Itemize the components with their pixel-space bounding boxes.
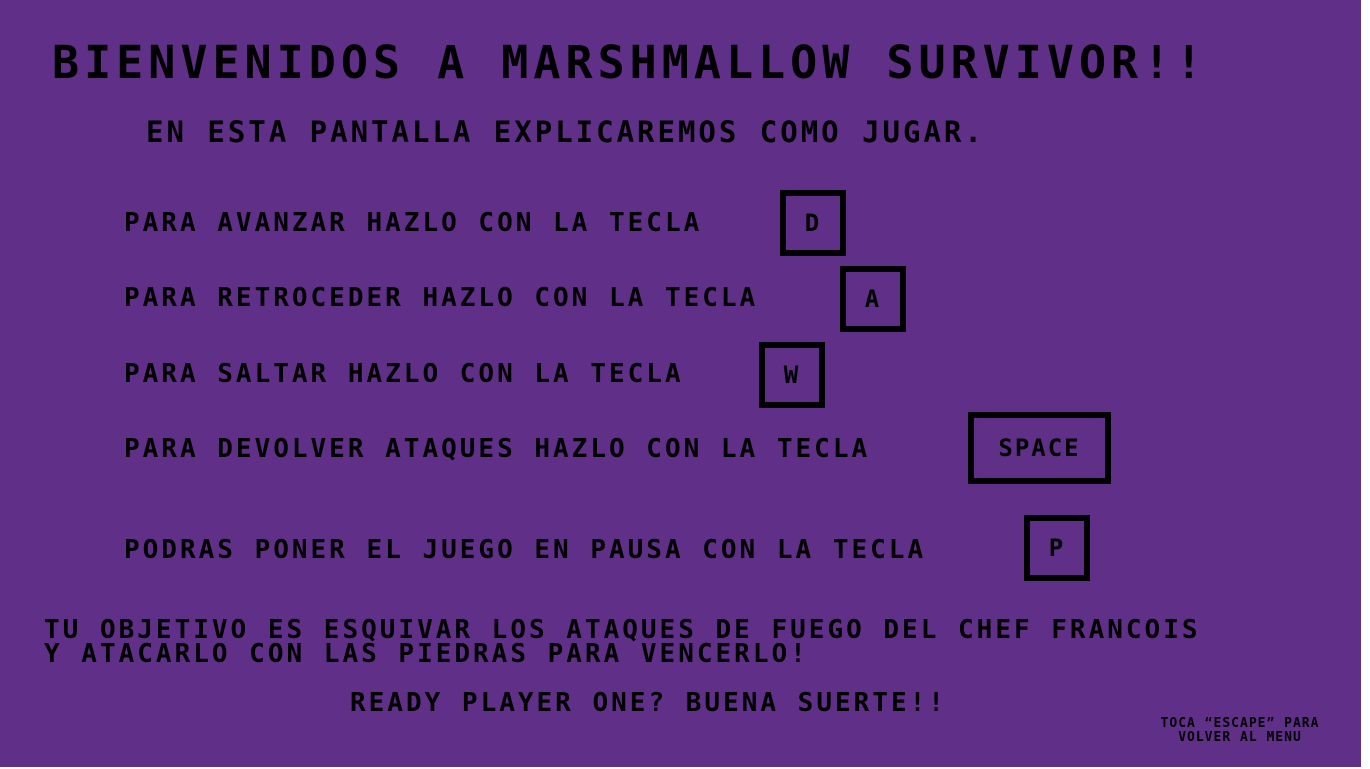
control-pause-label: PODRAS PONER EL JUEGO EN PAUSA CON LA TE… <box>124 535 927 565</box>
objective-line-2: Y ATACARLO CON LAS PIEDRAS PARA VENCERLO… <box>44 639 809 669</box>
escape-hint-line-2: VOLVER AL MENU <box>1178 730 1302 745</box>
escape-hint-line-1: TOCA “ESCAPE” PARA <box>1160 716 1320 731</box>
screen-subtitle: EN ESTA PANTALLA EXPLICAREMOS COMO JUGAR… <box>146 115 985 149</box>
key-d-icon: D <box>780 190 846 256</box>
game-instructions-screen: BIENVENIDOS A MARSHMALLOW SURVIVOR!! EN … <box>0 0 1361 767</box>
key-space-icon: SPACE <box>968 412 1111 484</box>
key-a-icon: A <box>840 266 906 332</box>
control-back-label: PARA RETROCEDER HAZLO CON LA TECLA <box>124 283 759 313</box>
control-advance-label: PARA AVANZAR HAZLO CON LA TECLA <box>124 208 703 238</box>
ready-message: READY PLAYER ONE? BUENA SUERTE!! <box>350 688 947 718</box>
key-w-icon: W <box>759 342 825 408</box>
control-deflect-label: PARA DEVOLVER ATAQUES HAZLO CON LA TECLA <box>124 434 871 464</box>
game-title: BIENVENIDOS A MARSHMALLOW SURVIVOR!! <box>52 36 1208 89</box>
control-jump-label: PARA SALTAR HAZLO CON LA TECLA <box>124 359 684 389</box>
escape-hint[interactable]: TOCA “ESCAPE” PARA VOLVER AL MENU <box>1134 717 1346 745</box>
key-p-icon: P <box>1024 515 1090 581</box>
